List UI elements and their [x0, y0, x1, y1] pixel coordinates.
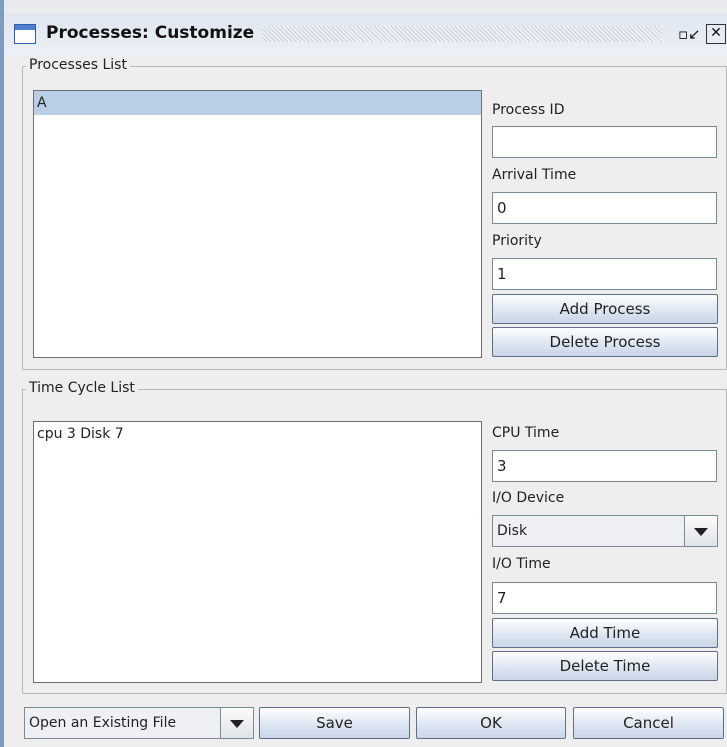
io-device-value: Disk [497, 523, 528, 539]
file-select[interactable]: Open an Existing File [24, 707, 254, 739]
delete-time-button[interactable]: Delete Time [492, 651, 718, 681]
add-process-button[interactable]: Add Process [492, 294, 718, 324]
process-id-label: Process ID [492, 102, 565, 118]
io-device-label: I/O Device [492, 490, 565, 506]
arrival-time-field[interactable]: 0 [492, 192, 717, 224]
window-border [0, 0, 4, 747]
title-drag-area[interactable] [262, 26, 662, 42]
restore-icon[interactable]: ▫↙ [678, 24, 701, 44]
processes-list[interactable]: A [33, 90, 482, 358]
io-time-field[interactable]: 7 [492, 582, 717, 614]
priority-field[interactable]: 1 [492, 258, 717, 290]
title-bar[interactable]: Processes: Customize ▫↙ ✕ [4, 0, 727, 56]
window-title: Processes: Customize [46, 23, 255, 43]
priority-label: Priority [492, 233, 542, 249]
cpu-time-field[interactable]: 3 [492, 450, 717, 482]
chevron-down-icon[interactable] [220, 708, 253, 738]
add-time-button[interactable]: Add Time [492, 618, 718, 648]
io-time-label: I/O Time [492, 556, 551, 572]
chevron-down-icon[interactable] [684, 516, 717, 546]
save-button[interactable]: Save [259, 707, 410, 739]
cpu-time-label: CPU Time [492, 425, 560, 441]
cancel-button[interactable]: Cancel [573, 707, 724, 739]
time-cycle-group-label: Time Cycle List [26, 380, 138, 396]
close-icon[interactable]: ✕ [706, 24, 726, 44]
delete-process-button[interactable]: Delete Process [492, 327, 718, 357]
io-device-select[interactable]: Disk [492, 515, 718, 547]
time-cycle-list-item[interactable]: cpu 3 Disk 7 [34, 422, 481, 446]
arrival-time-label: Arrival Time [492, 167, 577, 183]
process-id-field[interactable] [492, 126, 717, 158]
window-icon [14, 24, 36, 44]
ok-button[interactable]: OK [416, 707, 566, 739]
file-select-value: Open an Existing File [29, 715, 177, 731]
process-list-item[interactable]: A [34, 91, 481, 115]
time-cycle-list[interactable]: cpu 3 Disk 7 [33, 421, 482, 683]
processes-group-label: Processes List [26, 57, 130, 73]
